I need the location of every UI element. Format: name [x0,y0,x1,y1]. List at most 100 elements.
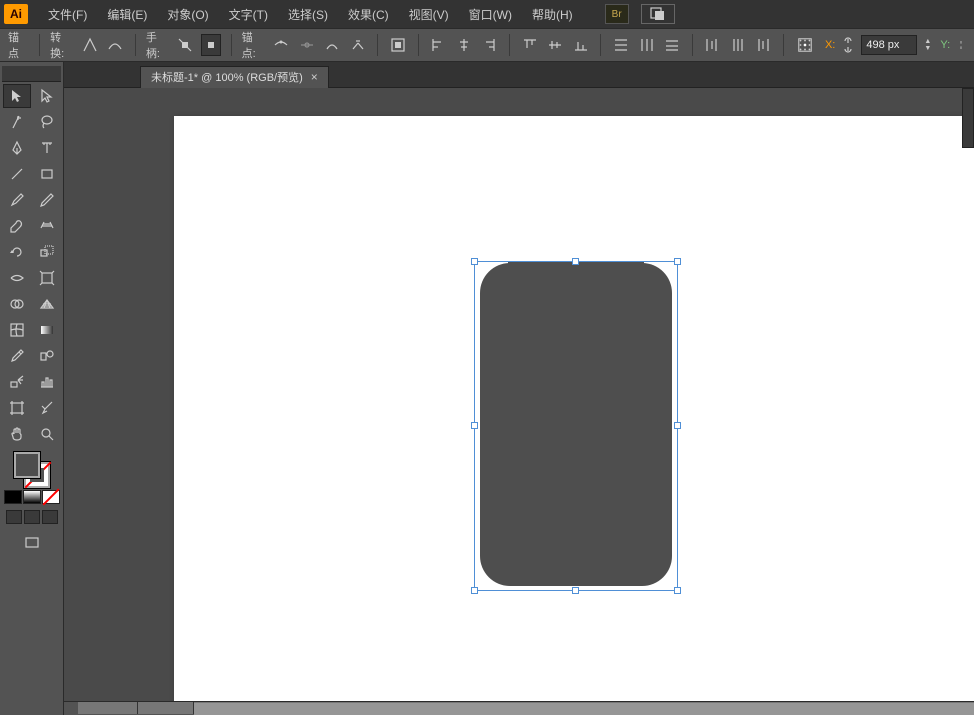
remove-anchor-button[interactable] [272,34,291,56]
menu-select[interactable]: 选择(S) [280,2,336,27]
dist-left-button[interactable] [703,34,722,56]
dist-right-button[interactable] [754,34,773,56]
rectangle-tool[interactable] [33,162,61,186]
menu-help[interactable]: 帮助(H) [524,2,581,27]
bridge-icon[interactable]: Br [605,4,629,24]
add-anchor-button[interactable] [297,34,316,56]
artboard-tool[interactable] [3,396,31,420]
draw-inside[interactable] [42,510,58,524]
hand-tool[interactable] [3,422,31,446]
cut-path-button[interactable] [348,34,367,56]
pen-tool[interactable] [3,136,31,160]
convert-smooth-button[interactable] [105,34,124,56]
tools-panel [0,62,64,715]
tab-bar: 未标题-1* @ 100% (RGB/预览) × [64,62,974,88]
lasso-tool[interactable] [33,110,61,134]
status-zoom-seg[interactable] [78,702,138,714]
draw-behind[interactable] [24,510,40,524]
document-area: 未标题-1* @ 100% (RGB/预览) × [64,62,974,715]
pencil-tool[interactable] [33,188,61,212]
menu-edit[interactable]: 编辑(E) [99,2,155,27]
blend-tool[interactable] [33,344,61,368]
handles-label: 手柄: [146,29,168,61]
scale-tool[interactable] [33,240,61,264]
free-transform-tool[interactable] [33,266,61,290]
anchors-label: 锚点: [242,29,264,61]
rounded-rect-shape[interactable] [480,263,672,586]
perspective-grid-tool[interactable] [33,292,61,316]
handle-show-button[interactable] [176,34,195,56]
swatch-gradient[interactable] [23,490,41,504]
magic-wand-tool[interactable] [3,110,31,134]
symbol-sprayer-tool[interactable] [3,370,31,394]
x-input[interactable] [861,35,917,55]
align-right-button[interactable] [480,34,499,56]
document-tab[interactable]: 未标题-1* @ 100% (RGB/预览) × [140,66,329,88]
connect-anchor-button[interactable] [322,34,341,56]
arrange-docs-icon[interactable] [641,4,675,24]
menu-file[interactable]: 文件(F) [40,2,95,27]
draw-normal[interactable] [6,510,22,524]
canvas[interactable] [64,88,974,701]
swatch-none[interactable] [42,490,60,504]
fill-color[interactable] [14,452,40,478]
x-link-icon[interactable] [841,34,855,56]
menu-effect[interactable]: 效果(C) [340,2,397,27]
handle-br[interactable] [674,587,681,594]
handle-tl[interactable] [471,258,478,265]
handle-hide-button[interactable] [201,34,220,56]
dist-bottom-button[interactable] [662,34,681,56]
convert-corner-button[interactable] [80,34,99,56]
handle-ml[interactable] [471,422,478,429]
anchor-mode-label: 锚点 [8,29,27,61]
isolate-button[interactable] [388,34,407,56]
menu-object[interactable]: 对象(O) [159,2,216,27]
collapsed-panel-strip[interactable] [962,88,974,148]
mesh-tool[interactable] [3,318,31,342]
y-link-icon[interactable] [956,34,966,56]
align-vcenter-button[interactable] [545,34,564,56]
zoom-tool[interactable] [33,422,61,446]
h-scrollbar[interactable] [194,702,974,715]
tools-panel-grip[interactable] [2,66,61,82]
status-bar [64,701,974,715]
type-tool[interactable] [33,136,61,160]
menu-type[interactable]: 文字(T) [221,2,276,27]
handle-mr[interactable] [674,422,681,429]
selection-tool[interactable] [3,84,31,108]
direct-selection-tool[interactable] [33,84,61,108]
align-left-button[interactable] [429,34,448,56]
handle-bl[interactable] [471,587,478,594]
menu-view[interactable]: 视图(V) [401,2,457,27]
width-tool[interactable] [3,266,31,290]
blob-brush-tool[interactable] [3,214,31,238]
status-seg-2[interactable] [138,702,194,714]
shape-builder-tool[interactable] [3,292,31,316]
align-hcenter-button[interactable] [454,34,473,56]
app-logo: Ai [4,4,28,24]
dist-hcenter-button[interactable] [728,34,747,56]
paintbrush-tool[interactable] [3,188,31,212]
screen-mode-button[interactable] [17,532,47,554]
x-stepper[interactable]: ▲▼ [923,34,932,56]
artboard [174,116,974,701]
align-top-button[interactable] [520,34,539,56]
handle-tr[interactable] [674,258,681,265]
handle-bm[interactable] [572,587,579,594]
menu-window[interactable]: 窗口(W) [461,2,520,27]
slice-tool[interactable] [33,396,61,420]
rotate-tool[interactable] [3,240,31,264]
line-tool[interactable] [3,162,31,186]
dist-vcenter-button[interactable] [637,34,656,56]
gradient-tool[interactable] [33,318,61,342]
swatch-color[interactable] [4,490,22,504]
dist-top-button[interactable] [611,34,630,56]
y-label: Y: [940,39,950,51]
tab-close-button[interactable]: × [311,70,318,84]
fill-stroke-area [2,452,61,554]
column-graph-tool[interactable] [33,370,61,394]
transform-ref-button[interactable] [794,34,817,56]
eraser-tool[interactable] [33,214,61,238]
eyedropper-tool[interactable] [3,344,31,368]
align-bottom-button[interactable] [571,34,590,56]
